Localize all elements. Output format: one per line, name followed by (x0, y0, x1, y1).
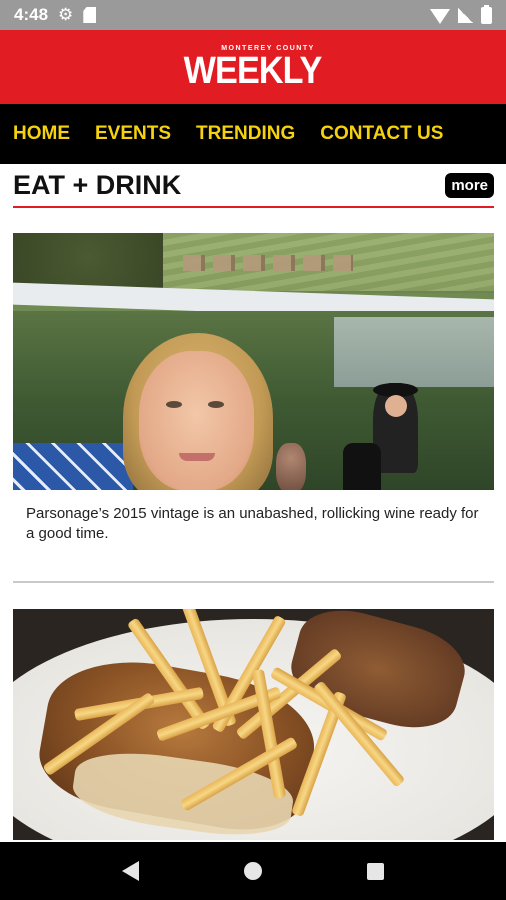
article-image-sandwich[interactable] (13, 609, 494, 840)
nav-item-trending[interactable]: TRENDING (196, 123, 295, 145)
logo[interactable]: WEEKLY (184, 52, 323, 90)
nav-item-home[interactable]: HOME (13, 123, 70, 145)
sd-card-icon (83, 7, 97, 23)
article-divider (13, 581, 494, 583)
main-nav: HOME EVENTS TRENDING CONTACT US (0, 104, 506, 164)
article-image-wine[interactable] (13, 233, 494, 490)
sky-patch (334, 317, 494, 387)
home-icon[interactable] (243, 862, 262, 880)
system-nav-bar (0, 842, 506, 900)
battery-icon (481, 4, 492, 24)
plaid-shirt (13, 443, 133, 490)
back-icon[interactable] (122, 861, 140, 881)
status-time: 4:48 (14, 5, 49, 24)
smile (179, 453, 215, 461)
right-eye (208, 401, 224, 408)
background-person (276, 443, 306, 490)
article-caption[interactable]: Parsonage’s 2015 vintage is an unabashed… (26, 504, 486, 544)
recents-icon[interactable] (366, 862, 384, 880)
section-title: EAT + DRINK (13, 169, 182, 200)
vineyard-houses (183, 255, 353, 271)
more-button[interactable]: more (445, 172, 494, 198)
cell-signal-icon (458, 7, 473, 23)
settings-gear-icon: ⚙ (58, 5, 74, 24)
woman-face (139, 351, 254, 490)
nav-item-contact-us[interactable]: CONTACT US (320, 123, 443, 145)
man-face (385, 395, 407, 417)
left-eye (166, 401, 182, 408)
section-header: EAT + DRINK more (13, 164, 494, 208)
nav-item-events[interactable]: EVENTS (95, 123, 171, 145)
wine-bottle (343, 443, 381, 490)
app-header: MONTEREY COUNTY WEEKLY (0, 30, 506, 104)
status-indicators (430, 4, 492, 24)
wifi-icon (430, 9, 450, 24)
status-bar: 4:48 ⚙ (0, 0, 506, 30)
